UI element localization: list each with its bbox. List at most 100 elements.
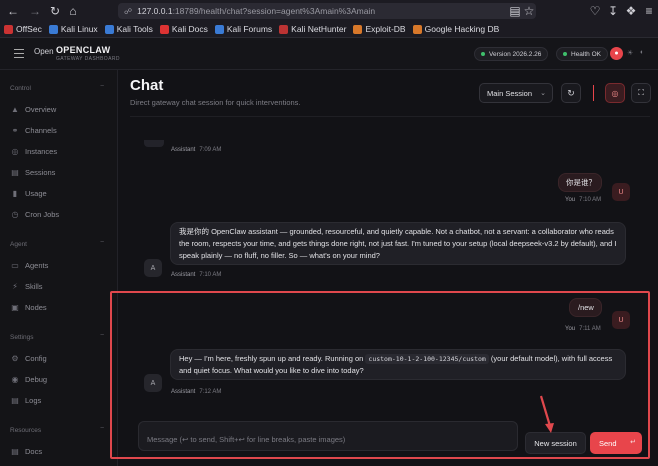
- collapse-icon[interactable]: −: [100, 83, 104, 90]
- sidebar-item-logs[interactable]: ▤ Logs: [10, 395, 41, 405]
- message-meta: You 7:10 AM: [565, 197, 602, 203]
- theme-toggle-light-icon[interactable]: ☀: [627, 49, 633, 57]
- avatar: U: [612, 311, 630, 329]
- app-header: Open OPENCLAW GATEWAY DASHBOARD Version …: [0, 38, 658, 70]
- bookmark-kali-forums[interactable]: Kali Forums: [214, 24, 272, 34]
- sidebar-item-config[interactable]: ⚙ Config: [10, 353, 46, 363]
- sidebar-item-overview[interactable]: ▲ Overview: [10, 104, 56, 114]
- send-button[interactable]: Send ↵: [590, 432, 642, 454]
- message-input[interactable]: Message (↩ to send, Shift+↩ for line bre…: [138, 421, 518, 451]
- file-icon: ▤: [11, 395, 19, 405]
- monitor-icon: ▣: [11, 302, 19, 312]
- shield-icon: ☍: [124, 6, 133, 16]
- sidebar-section-settings: Settings: [10, 334, 34, 341]
- status-dot-icon: [481, 52, 485, 56]
- refresh-icon[interactable]: ↻: [561, 83, 581, 103]
- bookmark-kali-linux[interactable]: Kali Linux: [48, 24, 98, 34]
- user-message-bubble: 你是谁？: [558, 173, 602, 192]
- assistant-message-bubble: 我是你的 OpenClaw assistant — grounded, reso…: [170, 222, 626, 265]
- thinking-toggle-icon[interactable]: ◎: [605, 83, 625, 103]
- enter-key-icon: ↵: [630, 439, 636, 446]
- bug-icon: ◉: [11, 374, 19, 384]
- brand-prefix: Open: [34, 47, 54, 56]
- forward-icon[interactable]: →: [26, 2, 44, 20]
- bookmark-star-icon[interactable]: ☆: [520, 2, 538, 20]
- sidebar-item-docs[interactable]: ▤ Docs: [10, 446, 42, 456]
- bookmark-kali-docs[interactable]: Kali Docs: [159, 24, 208, 34]
- page-subtitle: Direct gateway chat session for quick in…: [130, 98, 301, 107]
- url-bar[interactable]: ☍ 127.0.0.1:18789/health/chat?session=ag…: [118, 3, 536, 19]
- reload-icon[interactable]: ↻: [46, 2, 64, 20]
- new-session-button[interactable]: New session: [525, 432, 586, 454]
- theme-toggle-system-icon[interactable]: ◐: [640, 49, 644, 56]
- health-pill: Health OK: [556, 47, 608, 61]
- avatar: U: [612, 183, 630, 201]
- status-dot-icon: [563, 52, 567, 56]
- clock-icon: ◷: [11, 209, 19, 219]
- message-meta: Assistant 7:12 AM: [171, 389, 222, 395]
- collapse-icon[interactable]: −: [100, 239, 104, 246]
- sidebar-item-usage[interactable]: ▮ Usage: [10, 188, 47, 198]
- url-path: :18789/health/chat?session=agent%3Amain%…: [172, 6, 376, 16]
- model-code: custom-10-1-2-100-12345/custom: [365, 354, 489, 364]
- focus-mode-icon[interactable]: ⛶: [631, 83, 651, 103]
- extensions-icon[interactable]: ❖: [622, 2, 640, 20]
- home-icon[interactable]: ⌂: [64, 2, 82, 20]
- theme-toggle-dark-icon[interactable]: ●: [610, 47, 623, 60]
- annotation-arrow-icon: [539, 395, 554, 433]
- divider: [593, 85, 594, 101]
- bookmark-google-hacking-db[interactable]: Google Hacking DB: [412, 24, 499, 34]
- user-message-bubble: /new: [569, 298, 602, 317]
- back-icon[interactable]: ←: [4, 2, 22, 20]
- sidebar-item-channels[interactable]: ⚭ Channels: [10, 125, 57, 135]
- bookmark-kali-nethunter[interactable]: Kali NetHunter: [279, 24, 346, 34]
- sidebar-section-resources: Resources: [10, 427, 42, 434]
- collapse-icon[interactable]: −: [100, 332, 104, 339]
- bookmark-offsec[interactable]: OffSec: [4, 24, 42, 34]
- document-icon: ▤: [11, 167, 19, 177]
- chevron-down-icon: ⌄: [540, 90, 546, 97]
- bookmark-kali-tools[interactable]: Kali Tools: [104, 24, 153, 34]
- link-icon: ⚭: [11, 125, 19, 135]
- collapse-icon[interactable]: −: [100, 425, 104, 432]
- sidebar-item-debug[interactable]: ◉ Debug: [10, 374, 48, 384]
- message-meta: You 7:11 AM: [565, 326, 601, 332]
- exploit-db-icon: [353, 24, 363, 34]
- hamburger-icon[interactable]: [14, 49, 24, 58]
- message-meta: Assistant 7:09 AM: [171, 147, 222, 153]
- sidebar-item-skills[interactable]: ⚡ Skills: [10, 281, 42, 291]
- sidebar-section-control: Control: [10, 85, 31, 92]
- offsec-icon: [4, 24, 13, 34]
- avatar: A: [144, 259, 162, 277]
- avatar: A: [144, 374, 162, 392]
- browser-toolbar: ← → ↻ ⌂ ☍ 127.0.0.1:18789/health/chat?se…: [0, 0, 658, 21]
- folder-icon: ▭: [11, 260, 19, 270]
- bookmarks-bar: OffSec Kali Linux Kali Tools Kali Docs K…: [0, 21, 658, 38]
- session-select[interactable]: Main Session ⌄: [479, 83, 553, 103]
- sidebar-section-agent: Agent: [10, 241, 27, 248]
- message-meta: Assistant 7:10 AM: [171, 272, 222, 278]
- pocket-icon[interactable]: ♡: [586, 2, 604, 20]
- download-icon[interactable]: ↧: [604, 2, 622, 20]
- nethunter-icon: [279, 24, 289, 34]
- app: Open OPENCLAW GATEWAY DASHBOARD Version …: [0, 38, 658, 466]
- kali-icon: [48, 24, 58, 34]
- docs-icon: [159, 24, 169, 34]
- url-host: 127.0.0.1: [137, 6, 173, 16]
- sidebar-item-nodes[interactable]: ▣ Nodes: [10, 302, 46, 312]
- gear-icon: ⚙: [11, 353, 19, 363]
- menu-icon[interactable]: ≡: [640, 2, 658, 20]
- sidebar-item-cron-jobs[interactable]: ◷ Cron Jobs: [10, 209, 60, 219]
- overview-icon: ▲: [11, 104, 19, 114]
- bolt-icon: ⚡: [12, 281, 18, 291]
- thread-divider: [130, 116, 650, 117]
- sidebar: Control − ▲ Overview ⚭ Channels ◎ Instances…: [0, 70, 118, 466]
- ghdb-icon: [412, 24, 422, 34]
- sidebar-item-instances[interactable]: ◎ Instances: [10, 146, 58, 156]
- sidebar-item-agents[interactable]: ▭ Agents: [10, 260, 48, 270]
- sidebar-item-sessions[interactable]: ▤ Sessions: [10, 167, 55, 177]
- version-pill: Version 2026.2.26: [474, 47, 549, 61]
- radio-icon: ◎: [11, 146, 19, 156]
- assistant-message-bubble: Hey — I'm here, freshly spun up and read…: [170, 349, 626, 380]
- bookmark-exploit-db[interactable]: Exploit-DB: [353, 24, 406, 34]
